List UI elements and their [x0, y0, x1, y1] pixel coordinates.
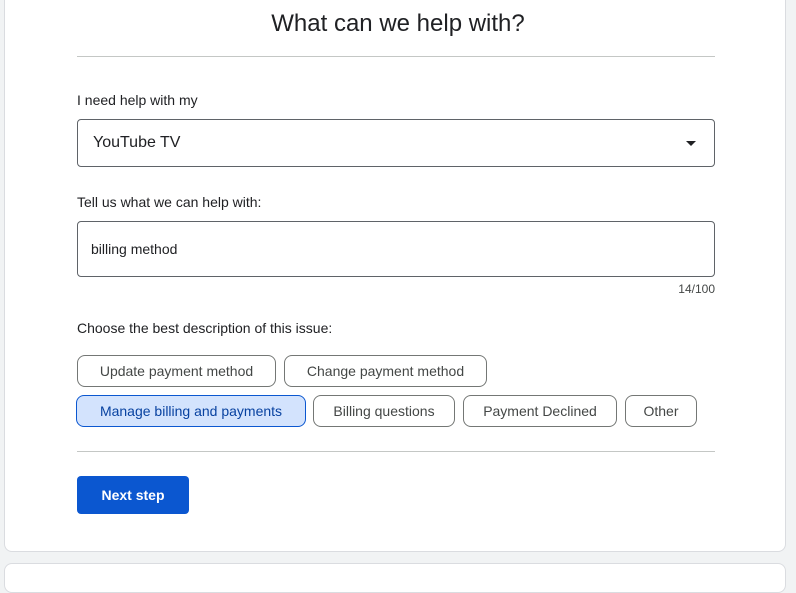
product-select-value: YouTube TV: [93, 134, 181, 151]
actions-divider: [77, 451, 715, 452]
next-card: [4, 563, 786, 593]
issue-input[interactable]: [91, 240, 691, 258]
chip-payment-declined[interactable]: Payment Declined: [463, 395, 617, 427]
next-step-button[interactable]: Next step: [77, 476, 189, 514]
issue-textbox[interactable]: [77, 221, 715, 277]
title-divider: [77, 56, 715, 57]
dropdown-arrow-icon: [686, 141, 696, 146]
chip-update-payment-method[interactable]: Update payment method: [77, 355, 276, 387]
description-label: Choose the best description of this issu…: [77, 320, 333, 336]
chip-billing-questions[interactable]: Billing questions: [313, 395, 455, 427]
product-label: I need help with my: [77, 92, 198, 108]
chip-other[interactable]: Other: [625, 395, 697, 427]
page-title: What can we help with?: [271, 10, 525, 37]
chip-change-payment-method[interactable]: Change payment method: [284, 355, 487, 387]
character-counter: 14/100: [678, 282, 715, 296]
chip-manage-billing-and-payments[interactable]: Manage billing and payments: [76, 395, 306, 427]
issue-label: Tell us what we can help with:: [77, 194, 262, 210]
product-select[interactable]: YouTube TV: [77, 119, 715, 167]
